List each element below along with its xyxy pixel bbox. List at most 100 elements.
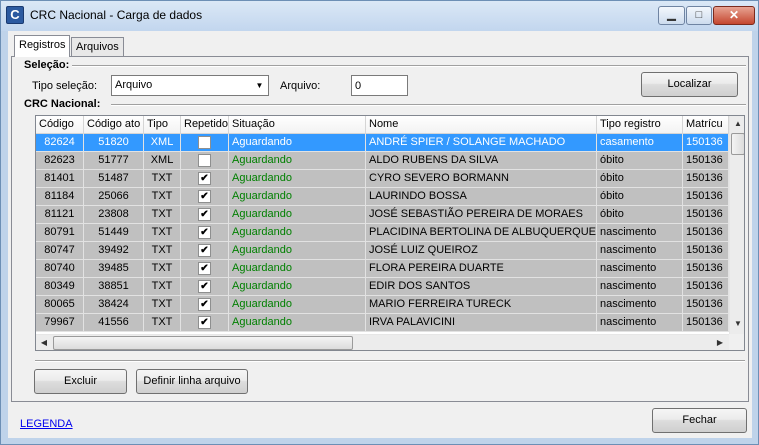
cell-matricula: 150136 [683, 152, 729, 170]
tab-arquivos[interactable]: Arquivos [71, 37, 124, 57]
cell-nome: JOSÉ SEBASTIÃO PEREIRA DE MORAES [366, 206, 597, 224]
checkbox-checked[interactable]: ✔ [198, 244, 211, 257]
horizontal-scroll-thumb[interactable] [53, 336, 353, 350]
cell-tipo: TXT [144, 296, 181, 314]
vertical-scrollbar[interactable]: ▲ ▼ [729, 116, 744, 334]
cell-codigo: 80791 [36, 224, 84, 242]
cell-nome: CYRO SEVERO BORMANN [366, 170, 597, 188]
tipo-selecao-dropdown[interactable]: Arquivo ▼ [111, 75, 269, 96]
cell-matricula: 150136 [683, 242, 729, 260]
maximize-button[interactable]: □ [686, 6, 712, 25]
cell-nome: ALDO RUBENS DA SILVA [366, 152, 597, 170]
column-header-repetido[interactable]: Repetido [181, 116, 229, 134]
cell-situacao: Aguardando [229, 206, 366, 224]
cell-tipo-registro: nascimento [597, 314, 683, 332]
cell-codigo-ato: 25066 [84, 188, 144, 206]
cell-situacao: Aguardando [229, 260, 366, 278]
app-icon[interactable]: C [6, 6, 24, 24]
cell-repetido[interactable]: ✔ [181, 224, 229, 242]
cell-tipo-registro: nascimento [597, 260, 683, 278]
cell-codigo: 80747 [36, 242, 84, 260]
scroll-left-icon[interactable]: ◀ [36, 335, 52, 350]
close-button[interactable]: ✕ [713, 6, 755, 25]
arquivo-field[interactable] [351, 75, 408, 96]
cell-tipo: TXT [144, 224, 181, 242]
scroll-down-icon[interactable]: ▼ [730, 316, 744, 332]
cell-tipo-registro: casamento [597, 134, 683, 152]
cell-nome: ANDRÉ SPIER / SOLANGE MACHADO [366, 134, 597, 152]
column-header-codigo[interactable]: Código [36, 116, 84, 134]
column-header-matricula[interactable]: Matrícu [683, 116, 729, 134]
cell-repetido[interactable]: ✔ [181, 314, 229, 332]
cell-codigo: 81184 [36, 188, 84, 206]
checkbox-checked[interactable]: ✔ [198, 316, 211, 329]
minimize-icon: ▁ [667, 9, 676, 21]
minimize-button[interactable]: ▁ [658, 6, 685, 25]
cell-codigo-ato: 38424 [84, 296, 144, 314]
cell-codigo-ato: 41556 [84, 314, 144, 332]
cell-repetido[interactable]: ✔ [181, 188, 229, 206]
cell-nome: LAURINDO BOSSA [366, 188, 597, 206]
cell-repetido[interactable] [181, 152, 229, 170]
checkbox-checked[interactable]: ✔ [198, 208, 211, 221]
vertical-scroll-thumb[interactable] [731, 133, 744, 155]
tab-registros[interactable]: Registros [14, 35, 71, 57]
cell-codigo: 79967 [36, 314, 84, 332]
cell-matricula: 150136 [683, 170, 729, 188]
checkbox-unchecked[interactable] [198, 154, 211, 167]
cell-repetido[interactable]: ✔ [181, 296, 229, 314]
checkbox-checked[interactable]: ✔ [198, 262, 211, 275]
checkbox-checked[interactable]: ✔ [198, 226, 211, 239]
chevron-down-icon: ▼ [255, 81, 264, 90]
scroll-corner [729, 334, 744, 350]
scroll-up-icon[interactable]: ▲ [730, 116, 744, 132]
cell-matricula: 150136 [683, 224, 729, 242]
cell-tipo-registro: nascimento [597, 242, 683, 260]
checkbox-checked[interactable]: ✔ [198, 280, 211, 293]
title-bar[interactable]: C CRC Nacional - Carga de dados ▁ □ ✕ [1, 1, 758, 31]
cell-repetido[interactable]: ✔ [181, 278, 229, 296]
cell-matricula: 150136 [683, 188, 729, 206]
cell-codigo-ato: 51487 [84, 170, 144, 188]
cell-matricula: 150136 [683, 314, 729, 332]
cell-repetido[interactable]: ✔ [181, 260, 229, 278]
column-header-codigo-ato[interactable]: Código ato [84, 116, 144, 134]
cell-situacao: Aguardando [229, 188, 366, 206]
horizontal-scrollbar[interactable]: ◀ ▶ [36, 334, 729, 350]
cell-tipo: TXT [144, 314, 181, 332]
checkbox-checked[interactable]: ✔ [198, 190, 211, 203]
column-header-situacao[interactable]: Situação [229, 116, 366, 134]
selecao-group-label: Seleção: [24, 59, 73, 71]
arquivo-input[interactable] [352, 76, 407, 95]
cell-matricula: 150136 [683, 278, 729, 296]
checkbox-unchecked[interactable] [198, 136, 211, 149]
tab-panel-registros: Seleção: Tipo seleção: Arquivo ▼ Arquivo… [11, 56, 749, 402]
cell-repetido[interactable]: ✔ [181, 206, 229, 224]
cell-repetido[interactable] [181, 134, 229, 152]
cell-nome: MARIO FERREIRA TURECK [366, 296, 597, 314]
fechar-button[interactable]: Fechar [652, 408, 747, 433]
checkbox-checked[interactable]: ✔ [198, 172, 211, 185]
cell-situacao: Aguardando [229, 152, 366, 170]
cell-tipo: XML [144, 134, 181, 152]
cell-repetido[interactable]: ✔ [181, 170, 229, 188]
cell-repetido[interactable]: ✔ [181, 242, 229, 260]
checkbox-checked[interactable]: ✔ [198, 298, 211, 311]
column-header-nome[interactable]: Nome [366, 116, 597, 134]
column-header-tipo-registro[interactable]: Tipo registro [597, 116, 683, 134]
column-header-tipo[interactable]: Tipo [144, 116, 181, 134]
cell-matricula: 150136 [683, 296, 729, 314]
legenda-link[interactable]: LEGENDA [20, 418, 73, 430]
localizar-button[interactable]: Localizar [641, 72, 738, 97]
excluir-button[interactable]: Excluir [34, 369, 127, 394]
scroll-right-icon[interactable]: ▶ [712, 335, 728, 350]
cell-situacao: Aguardando [229, 134, 366, 152]
cell-codigo: 82624 [36, 134, 84, 152]
cell-tipo-registro: nascimento [597, 296, 683, 314]
cell-codigo: 81121 [36, 206, 84, 224]
definir-linha-arquivo-button[interactable]: Definir linha arquivo [136, 369, 248, 394]
crc-table[interactable]: Código Código ato Tipo Repetido Situação… [35, 115, 745, 351]
cell-tipo-registro: óbito [597, 170, 683, 188]
cell-codigo-ato: 38851 [84, 278, 144, 296]
cell-tipo: TXT [144, 188, 181, 206]
